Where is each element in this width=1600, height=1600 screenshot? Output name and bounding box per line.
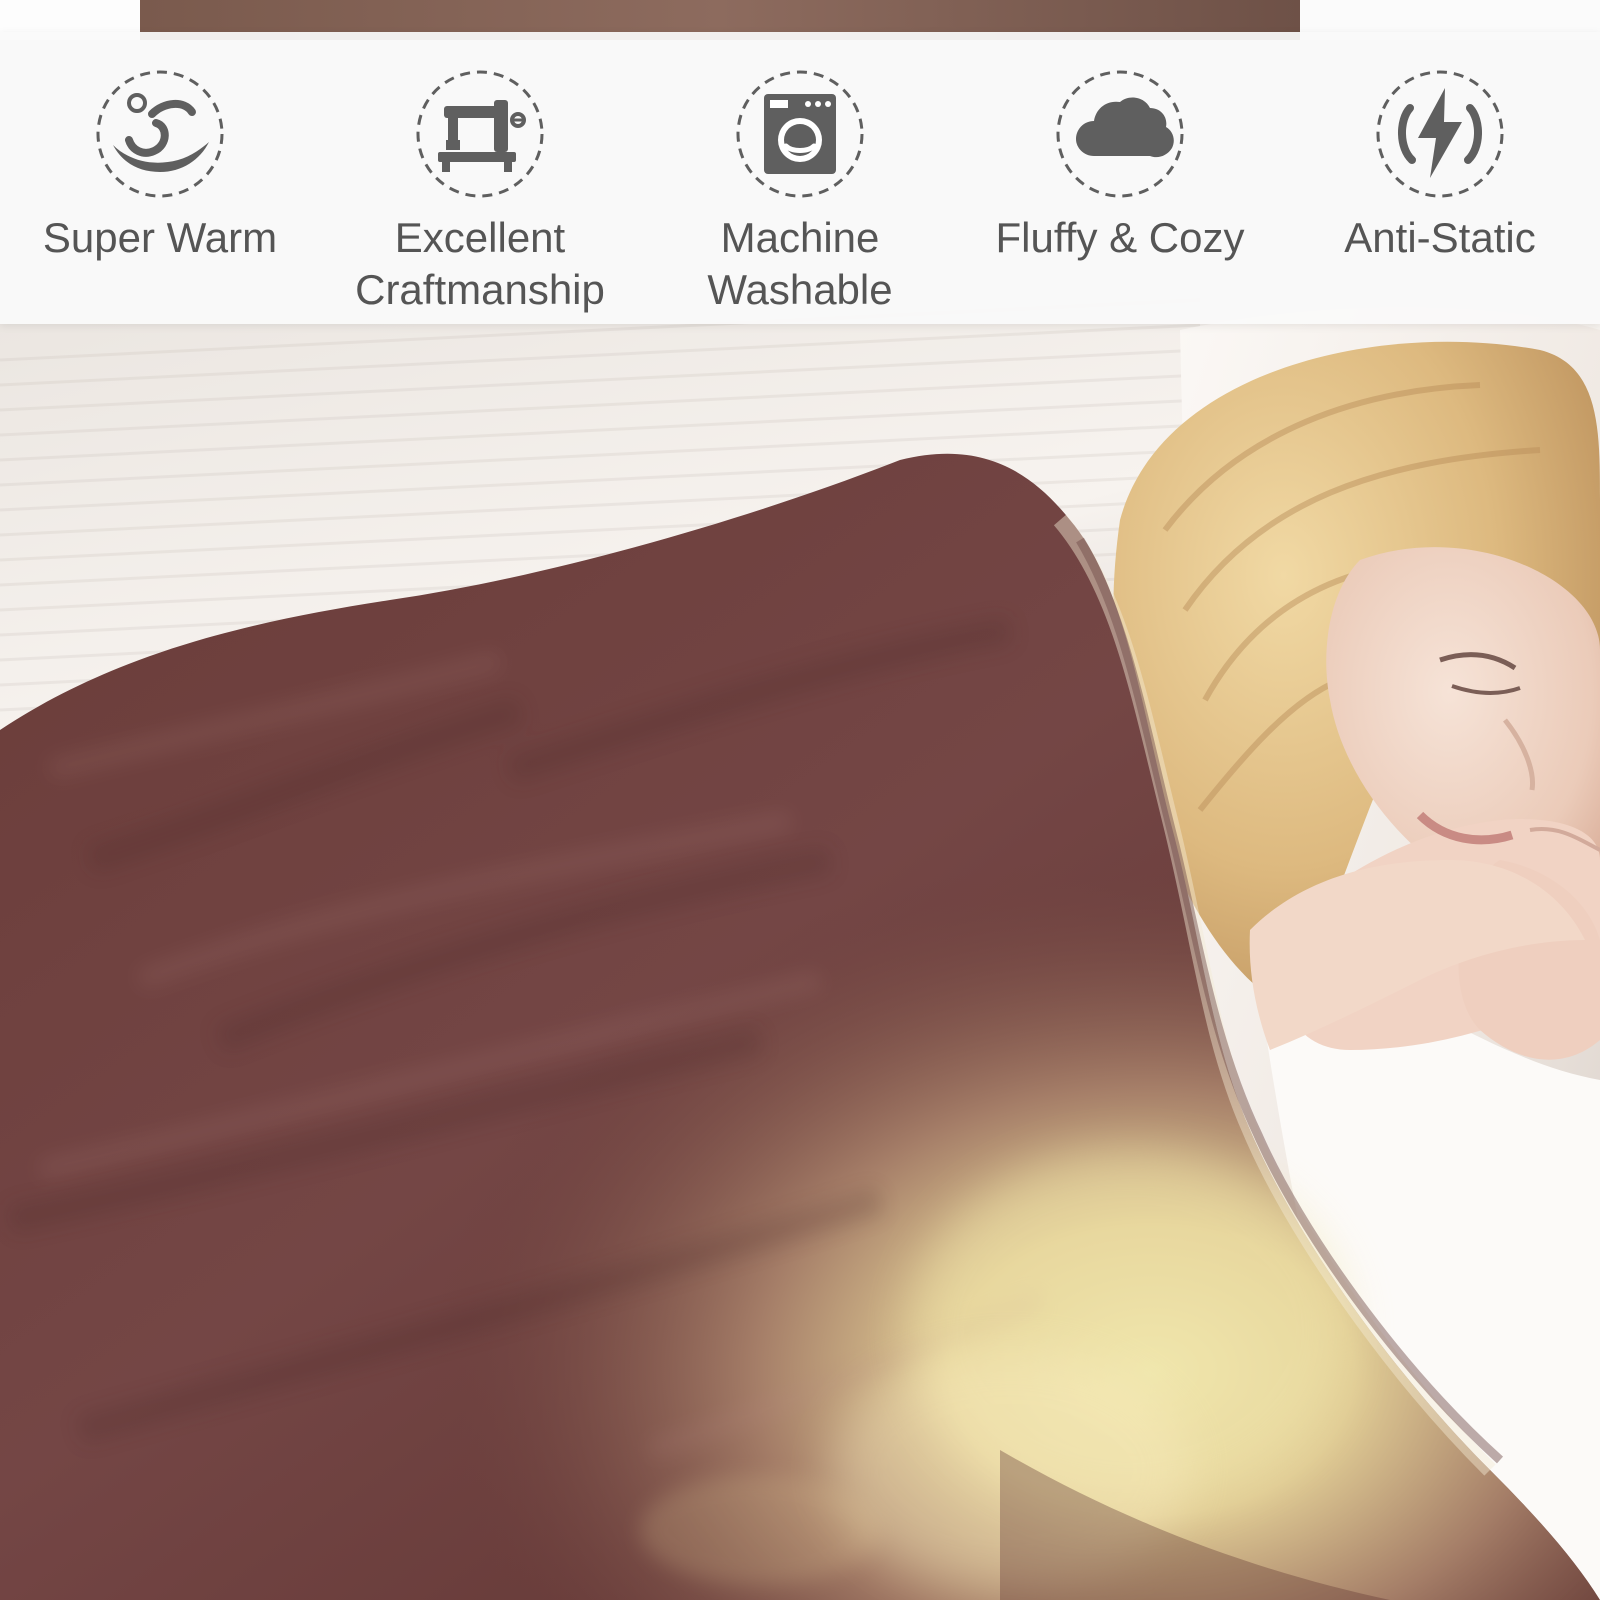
feature-label: Fluffy & Cozy: [995, 214, 1245, 261]
feature-fluffy-cozy: Fluffy & Cozy: [990, 68, 1250, 308]
sewing-machine-icon: [414, 68, 546, 200]
warm-water-icon: [94, 68, 226, 200]
feature-super-warm: Super Warm: [30, 68, 290, 308]
feature-label: Machine Washable: [707, 214, 893, 313]
lightning-bolt-icon: [1374, 68, 1506, 200]
feature-label: Excellent Craftmanship: [355, 214, 605, 313]
feature-label: Super Warm: [42, 214, 278, 261]
washing-machine-icon: [734, 68, 866, 200]
feature-anti-static: Anti-Static: [1310, 68, 1570, 308]
cloud-icon: [1054, 68, 1186, 200]
feature-machine-washable: Machine Washable: [670, 68, 930, 313]
feature-excellent-craftmanship: Excellent Craftmanship: [350, 68, 610, 313]
feature-banner: Super Warm Excellent Craftmanship Machin…: [0, 32, 1600, 324]
feature-label: Anti-Static: [1344, 214, 1536, 261]
